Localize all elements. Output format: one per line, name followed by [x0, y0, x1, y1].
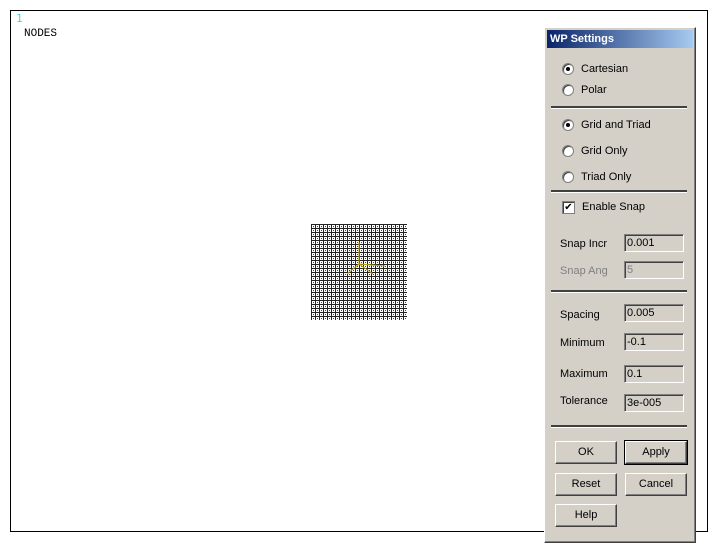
- tolerance-label: Tolerance: [560, 395, 608, 407]
- minimum-label: Minimum: [560, 337, 605, 349]
- apply-button[interactable]: Apply: [624, 440, 688, 465]
- radio-triad-only[interactable]: Triad Only: [562, 170, 631, 184]
- workplane-grid: [311, 224, 407, 320]
- snap-ang-input: 5: [624, 261, 684, 279]
- radio-grid-and-triad[interactable]: Grid and Triad: [562, 118, 651, 132]
- window-number: 1: [16, 12, 23, 25]
- cancel-button[interactable]: Cancel: [625, 473, 687, 496]
- separator: [551, 106, 687, 109]
- radio-polar-label: Polar: [581, 84, 607, 96]
- plot-title: NODES: [24, 28, 58, 40]
- radio-polar[interactable]: Polar: [562, 83, 607, 97]
- maximum-input[interactable]: 0.1: [624, 365, 684, 383]
- checkmark-icon[interactable]: ✔: [562, 200, 575, 214]
- snap-incr-input[interactable]: 0.001: [624, 234, 684, 252]
- radio-grid-and-triad-label: Grid and Triad: [581, 119, 651, 131]
- radio-selected-icon[interactable]: [562, 119, 574, 131]
- dialog-titlebar[interactable]: WP Settings: [547, 30, 693, 48]
- separator: [551, 290, 687, 293]
- enable-snap-label: Enable Snap: [582, 201, 645, 213]
- radio-grid-only[interactable]: Grid Only: [562, 144, 627, 158]
- radio-grid-only-label: Grid Only: [581, 145, 628, 157]
- spacing-label: Spacing: [560, 309, 600, 321]
- maximum-label: Maximum: [560, 368, 608, 380]
- reset-button[interactable]: Reset: [555, 473, 617, 496]
- radio-triad-only-label: Triad Only: [581, 171, 632, 183]
- radio-cartesian-label: Cartesian: [581, 63, 629, 75]
- help-button[interactable]: Help: [555, 504, 617, 527]
- radio-cartesian[interactable]: Cartesian: [562, 62, 628, 76]
- separator: [551, 190, 687, 193]
- wp-settings-dialog: WP Settings Cartesian Polar Grid and Tri…: [544, 27, 696, 543]
- radio-unselected-icon[interactable]: [562, 171, 574, 183]
- enable-snap-checkbox[interactable]: ✔ Enable Snap: [562, 200, 645, 214]
- snap-incr-label: Snap Incr: [560, 238, 608, 250]
- snap-ang-label: Snap Ang: [560, 265, 608, 277]
- radio-selected-icon[interactable]: [562, 63, 574, 75]
- radio-unselected-icon[interactable]: [562, 145, 574, 157]
- spacing-input[interactable]: 0.005: [624, 304, 684, 322]
- separator: [551, 425, 687, 428]
- tolerance-input[interactable]: 3e-005: [624, 394, 684, 412]
- radio-unselected-icon[interactable]: [562, 84, 574, 96]
- ok-button[interactable]: OK: [555, 441, 617, 464]
- minimum-input[interactable]: -0.1: [624, 333, 684, 351]
